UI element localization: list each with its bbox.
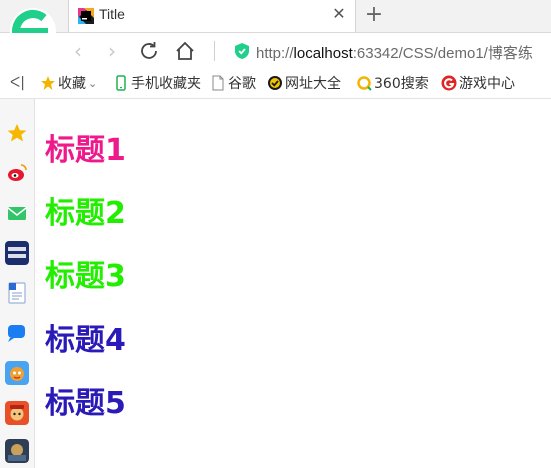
- webstorm-favicon-icon: [78, 8, 94, 24]
- battle-game-icon[interactable]: [5, 439, 29, 463]
- close-tab-icon[interactable]: ✕: [331, 6, 347, 22]
- heading-4: 标题4: [45, 323, 126, 358]
- chevron-down-icon: ⌄: [88, 76, 98, 90]
- url-scheme: http://: [256, 45, 294, 62]
- page-icon: [212, 75, 224, 91]
- home-icon[interactable]: [173, 39, 197, 63]
- back-icon[interactable]: ‹: [66, 39, 90, 63]
- chat-icon[interactable]: [5, 321, 29, 345]
- new-tab-icon[interactable]: +: [362, 4, 386, 28]
- bookmark-label: 360搜索: [374, 76, 429, 92]
- bookmark-label: 收藏: [58, 76, 86, 92]
- bookmark-game-center[interactable]: 游戏中心: [441, 74, 515, 92]
- bookmark-google[interactable]: 谷歌: [210, 74, 256, 92]
- secure-shield-icon[interactable]: [234, 42, 250, 60]
- globe-icon: [268, 76, 282, 90]
- forward-icon[interactable]: ›: [100, 39, 124, 63]
- weibo-icon[interactable]: [5, 161, 29, 185]
- reload-icon[interactable]: [137, 39, 161, 63]
- tab-strip: Title ✕ +: [0, 0, 551, 33]
- url-host: localhost: [293, 45, 353, 62]
- side-panel: [0, 99, 35, 468]
- tab-title: Title: [99, 6, 125, 22]
- bookmark-360-search[interactable]: 360搜索: [356, 74, 429, 92]
- mail-icon[interactable]: [5, 201, 29, 225]
- heading-1: 标题1: [45, 133, 126, 168]
- nav-separator: [214, 41, 215, 61]
- search-360-icon: [357, 76, 372, 91]
- bookmark-favorites[interactable]: 收藏 ⌄: [40, 74, 97, 92]
- phone-icon: [116, 75, 126, 91]
- bookmark-label: 谷歌: [228, 76, 256, 92]
- bookmark-mobile[interactable]: 手机收藏夹: [113, 74, 201, 92]
- heading-2: 标题2: [45, 196, 126, 231]
- navigation-bar: ‹ › http://localhost:63342/CSS/demo1/博客练: [0, 33, 551, 69]
- address-bar[interactable]: http://localhost:63342/CSS/demo1/博客练: [256, 42, 533, 63]
- bookmark-label: 手机收藏夹: [131, 76, 201, 92]
- bookmark-directory[interactable]: 网址大全: [267, 74, 341, 92]
- bookmark-label: 游戏中心: [459, 76, 515, 92]
- bookmarks-bar: ᐸ| 收藏 ⌄ 手机收藏夹 谷歌 网址大全 360搜索 游戏中心: [0, 69, 551, 99]
- document-icon[interactable]: [5, 281, 29, 305]
- sidebar-toggle-icon[interactable]: ᐸ|: [10, 74, 25, 92]
- warrior-game-icon[interactable]: [5, 401, 29, 425]
- game-icon: [441, 75, 457, 91]
- browser-tab[interactable]: Title ✕: [68, 0, 356, 32]
- game-app-icon[interactable]: [5, 361, 29, 385]
- star-icon: [41, 76, 55, 90]
- url-path: :63342/CSS/demo1/博客练: [352, 45, 533, 62]
- favorites-star-icon[interactable]: [5, 121, 29, 145]
- heading-3: 标题3: [45, 259, 126, 294]
- bookmark-label: 网址大全: [285, 76, 341, 92]
- global-net-icon[interactable]: [5, 241, 29, 265]
- heading-5: 标题5: [45, 386, 126, 421]
